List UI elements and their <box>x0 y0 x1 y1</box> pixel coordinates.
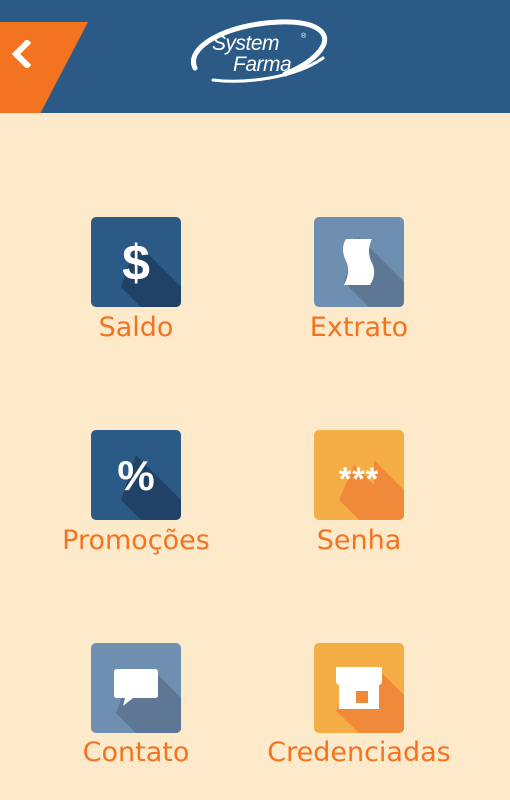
svg-text:%: % <box>117 452 154 499</box>
chat-bubble-icon <box>114 669 158 706</box>
password-icon: *** <box>339 461 379 497</box>
back-button[interactable] <box>0 22 88 113</box>
logo-line1: System <box>212 32 280 55</box>
saldo-tile[interactable]: $ <box>91 217 181 307</box>
contato-tile[interactable] <box>91 643 181 733</box>
svg-text:$: $ <box>122 235 150 291</box>
dollar-icon: $ <box>122 235 150 291</box>
extrato-label[interactable]: Extrato <box>289 314 429 341</box>
credenciadas-tile[interactable] <box>314 643 404 733</box>
senha-tile[interactable]: *** <box>314 430 404 520</box>
system-farma-logo: System ® Farma <box>185 18 330 90</box>
svg-text:***: *** <box>339 461 379 497</box>
saldo-label[interactable]: Saldo <box>76 314 196 341</box>
promocoes-tile[interactable]: % <box>91 430 181 520</box>
senha-label[interactable]: Senha <box>289 527 429 554</box>
logo-line2: Farma <box>233 53 292 76</box>
credenciadas-label[interactable]: Credenciadas <box>254 739 464 766</box>
extrato-tile[interactable] <box>314 217 404 307</box>
chevron-left-icon <box>11 40 32 68</box>
logo-registered: ® <box>301 33 307 40</box>
contato-label[interactable]: Contato <box>66 739 206 766</box>
store-icon <box>336 667 382 709</box>
percent-icon: % <box>117 452 154 499</box>
promocoes-label[interactable]: Promoções <box>46 527 226 554</box>
receipt-icon <box>343 239 375 285</box>
app-header: System ® Farma <box>0 0 510 113</box>
